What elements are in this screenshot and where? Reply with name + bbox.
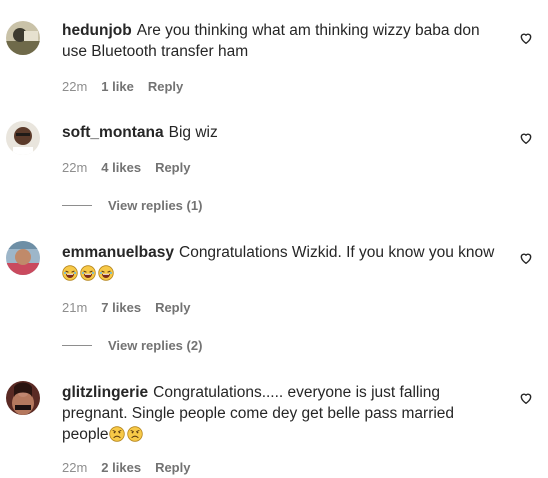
username[interactable]: hedunjob bbox=[62, 22, 132, 39]
reply-button[interactable]: Reply bbox=[155, 300, 190, 315]
avatar-image bbox=[6, 241, 40, 275]
likes-count[interactable]: 7 likes bbox=[101, 300, 141, 315]
reply-button[interactable]: Reply bbox=[155, 160, 190, 175]
username[interactable]: soft_montana bbox=[62, 124, 164, 141]
username[interactable]: emmanuelbasy bbox=[62, 244, 174, 261]
comment-text-line: use Bluetooth transfer ham bbox=[62, 43, 249, 60]
heart-outline-icon[interactable] bbox=[519, 31, 533, 45]
comment-meta: 22m 4 likes Reply bbox=[62, 160, 190, 175]
comment-text: glitzlingerie Congratulations..... everyo… bbox=[62, 382, 502, 445]
avatar[interactable] bbox=[6, 381, 40, 415]
comment-text-line: Big wiz bbox=[168, 124, 218, 141]
comment-meta: 22m 1 like Reply bbox=[62, 79, 183, 94]
view-replies-label[interactable]: View replies (2) bbox=[108, 338, 202, 353]
avatar-image bbox=[6, 21, 40, 55]
laughing-emoji-icon bbox=[98, 265, 114, 281]
likes-count[interactable]: 4 likes bbox=[101, 160, 141, 175]
timestamp: 22m bbox=[62, 79, 88, 94]
heart-outline-icon[interactable] bbox=[519, 251, 533, 265]
heart-outline-icon[interactable] bbox=[519, 131, 533, 145]
sad-emoji-icon bbox=[108, 426, 125, 442]
view-replies-button[interactable]: View replies (2) bbox=[62, 338, 202, 353]
comment-text: hedunjob Are you thinking what am thinkin… bbox=[62, 20, 502, 62]
view-replies-button[interactable]: View replies (1) bbox=[62, 198, 202, 213]
laughing-emoji-icon bbox=[80, 265, 96, 281]
reply-button[interactable]: Reply bbox=[148, 79, 183, 94]
comment-text-line: pregnant. Single people come dey get bel… bbox=[62, 405, 455, 422]
divider bbox=[62, 205, 92, 206]
comment-text: emmanuelbasy Congratulations Wizkid. If y… bbox=[62, 242, 502, 284]
comment-text-line: Congratulations..... everyone is just fa… bbox=[153, 384, 441, 401]
likes-count[interactable]: 1 like bbox=[101, 79, 134, 94]
likes-count[interactable]: 2 likes bbox=[101, 460, 141, 475]
comment-text-line: Are you thinking what am thinking wizzy … bbox=[136, 22, 480, 39]
comment-text: soft_montana Big wiz bbox=[62, 122, 502, 143]
comment-text-line: Congratulations Wizkid. If you know you … bbox=[179, 244, 495, 261]
avatar[interactable] bbox=[6, 241, 40, 275]
timestamp: 21m bbox=[62, 300, 88, 315]
divider bbox=[62, 345, 92, 346]
comment-text-line: people bbox=[62, 426, 109, 443]
comment-meta: 22m 2 likes Reply bbox=[62, 460, 190, 475]
timestamp: 22m bbox=[62, 160, 88, 175]
reply-button[interactable]: Reply bbox=[155, 460, 190, 475]
avatar[interactable] bbox=[6, 21, 40, 55]
view-replies-label[interactable]: View replies (1) bbox=[108, 198, 202, 213]
avatar[interactable] bbox=[6, 121, 40, 155]
timestamp: 22m bbox=[62, 460, 88, 475]
username[interactable]: glitzlingerie bbox=[62, 384, 148, 401]
laughing-emoji-icon bbox=[62, 265, 78, 281]
heart-outline-icon[interactable] bbox=[519, 391, 533, 405]
avatar-image bbox=[6, 121, 40, 155]
sad-emoji-icon bbox=[126, 426, 143, 442]
comment-meta: 21m 7 likes Reply bbox=[62, 300, 190, 315]
avatar-image bbox=[6, 381, 40, 415]
